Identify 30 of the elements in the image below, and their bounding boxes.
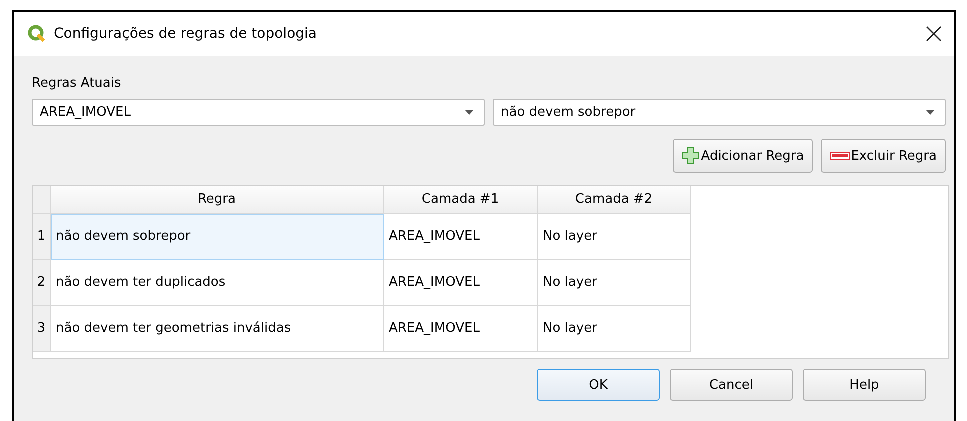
row-number[interactable]: 1	[33, 214, 51, 260]
window-title: Configurações de regras de topologia	[54, 26, 318, 42]
table-cell[interactable]: AREA_IMOVEL	[384, 306, 538, 352]
table-cell[interactable]: No layer	[538, 260, 691, 306]
plus-icon	[682, 147, 700, 165]
row-number[interactable]: 3	[33, 306, 51, 352]
row-number[interactable]: 2	[33, 260, 51, 306]
add-rule-button[interactable]: Adicionar Regra	[673, 139, 814, 173]
close-button[interactable]	[924, 24, 944, 44]
table-cell[interactable]: não devem ter geometrias inválidas	[51, 306, 384, 352]
delete-rule-button[interactable]: Excluir Regra	[821, 139, 946, 173]
dropdown-caret-icon	[465, 110, 474, 115]
dialog-button[interactable]: OK	[537, 369, 660, 401]
table-cell[interactable]: não devem sobrepor	[51, 214, 384, 260]
app-logo-icon	[28, 25, 46, 43]
minus-icon	[830, 152, 850, 160]
section-label: Regras Atuais	[32, 76, 122, 91]
dialog-button[interactable]: Help	[803, 369, 926, 401]
table-cell[interactable]: No layer	[538, 214, 691, 260]
table-cell[interactable]: AREA_IMOVEL	[384, 214, 538, 260]
table-cell[interactable]: não devem ter duplicados	[51, 260, 384, 306]
column-header[interactable]: Camada #2	[538, 186, 691, 214]
table-cell[interactable]: No layer	[538, 306, 691, 352]
layer-dropdown[interactable]: AREA_IMOVEL	[32, 99, 485, 126]
column-header[interactable]: Camada #1	[384, 186, 538, 214]
dialog-button[interactable]: Cancel	[670, 369, 793, 401]
column-header[interactable]: Regra	[51, 186, 384, 214]
rule-dropdown[interactable]: não devem sobrepor	[493, 99, 946, 126]
table-cell[interactable]: AREA_IMOVEL	[384, 260, 538, 306]
dropdown-caret-icon	[926, 110, 935, 115]
